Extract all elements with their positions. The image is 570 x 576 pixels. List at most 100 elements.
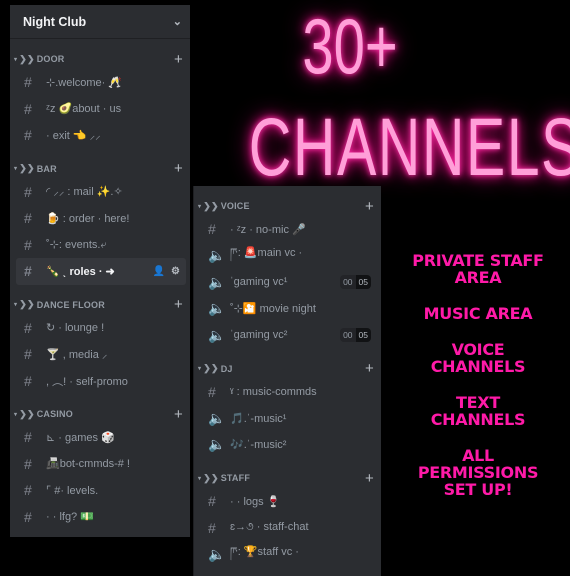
text-channel[interactable]: # 🍺 : order · here! [16,205,186,232]
feature-permissions: ALL PERMISSIONS SET UP! [417,446,539,499]
text-channel[interactable]: # 🍾 ˎ roles · ➜ 👤 ⚙ [16,258,186,285]
headline-channels: CHANNELS [248,102,570,193]
category-name: VOICE [220,201,250,211]
text-channel[interactable]: # · ᶻz · no-mic 🎤 [200,216,377,243]
user-limit: 05 [355,328,371,343]
category-casino[interactable]: ▾ ❯❯ CASINO + [10,404,190,424]
add-channel-icon[interactable]: + [365,198,374,215]
server-header[interactable]: Night Club ⌄ [10,5,190,39]
category-bar[interactable]: ▾ ❯❯ BAR + [10,159,190,179]
text-channel[interactable]: # ◜ ⸝⸝ : mail ✨.✧ [16,179,186,206]
channel-sidebar-left: Night Club ⌄ ▾ ❯❯ DOOR + # ⊹.welcome· 🥂 # ᶻz 🥑a… [10,5,190,537]
hash-icon: # [208,519,216,536]
category-voice[interactable]: ▾ ❯❯ VOICE + [194,196,381,216]
hash-icon: # [24,183,32,200]
channel-name: ཫ: 🏆staff vc · [230,545,299,558]
caret-down-icon: ▾ [14,411,18,418]
hash-icon: # [24,100,32,117]
add-channel-icon[interactable]: + [174,51,183,68]
channel-list-right: ▾ ❯❯ VOICE + # · ᶻz · no-mic 🎤 🔈 ཫ: 🚨main vc · 🔈… [194,196,381,568]
hash-icon: # [24,236,32,253]
category-name: DANCE FLOOR [36,299,105,310]
caret-down-icon: ▾ [14,166,18,172]
category-door[interactable]: ▾ ❯❯ DOOR + [10,49,190,69]
category-arrows-icon: ❯❯ [19,163,35,173]
text-channel[interactable]: # · · lfg? 💵 [16,504,186,531]
hash-icon: # [24,482,32,499]
speaker-icon: 🔈 [208,409,226,426]
voice-channel[interactable]: 🔈 ˈgaming vc¹ 00 05 [200,269,377,296]
hash-icon: # [208,221,216,238]
voice-channel[interactable]: 🔈 ཫ: 🚨main vc · [200,243,377,270]
hash-icon: # [208,493,216,510]
text-channel[interactable]: # 🍸 , media ⸝ [16,341,186,368]
speaker-icon: 🔈 [208,300,226,317]
hash-icon: # [24,429,32,446]
server-name: Night Club [23,14,87,29]
voice-channel[interactable]: 🔈 🎶.ˈ-music² [200,432,377,459]
category-dj[interactable]: ▾ ❯❯ DJ + [194,359,381,379]
channel-name: ˠ : music-commds [230,385,317,398]
category-dance-floor[interactable]: ▾ ❯❯ DANCE FLOOR + [10,295,190,315]
text-channel[interactable]: # ⊹.welcome· 🥂 [16,69,186,96]
feature-staff-area: PRIVATE STAFF AREA [412,251,544,287]
gear-icon[interactable]: ⚙ [171,266,180,277]
caret-down-icon: ▾ [198,203,202,210]
text-channel[interactable]: # ˚⊹: events.⤶ [16,232,186,259]
feature-music-area: MUSIC AREA [423,304,533,323]
channel-name: · exit 👈 ⸝⸝ [46,129,101,142]
channel-name: 🍺 : order · here! [46,212,130,225]
text-channel[interactable]: # ˠ : music-commds [200,379,377,406]
text-channel[interactable]: # ɛ→૭ · staff-chat [200,515,377,542]
add-channel-icon[interactable]: + [365,360,374,377]
user-count: 00 [340,328,356,343]
text-channel[interactable]: # ⌜ #· levels. [16,477,186,504]
voice-channel[interactable]: 🔈 🎵.ˈ-music¹ [200,405,377,432]
channel-name: · ᶻz · no-mic 🎤 [230,223,306,236]
headline-30-plus: 30+ [302,2,398,90]
text-channel[interactable]: # ⊾ · games 🎲 [16,424,186,451]
user-count: 00 [340,275,356,290]
caret-down-icon: ▾ [14,302,18,308]
add-channel-icon[interactable]: + [174,160,183,177]
category-label-group: ▾ ❯❯ DANCE FLOOR [14,299,105,310]
speaker-icon: 🔈 [208,545,226,562]
channel-name: 🎵.ˈ-music¹ [230,412,287,425]
hash-icon: # [24,319,32,336]
category-name: CASINO [36,409,73,419]
category-label-group: ▾ ❯❯ DJ [198,363,233,374]
category-arrows-icon: ❯❯ [203,472,219,483]
channel-name: ᶻz 🥑about · us [46,103,122,116]
chevron-down-icon[interactable]: ⌄ [173,15,182,28]
text-channel[interactable]: # · exit 👈 ⸝⸝ [16,122,186,149]
category-name: DOOR [36,54,65,64]
hash-icon: # [24,210,32,227]
category-staff[interactable]: ▾ ❯❯ STAFF + [194,468,381,488]
text-channel[interactable]: # ↻ · lounge ! [16,315,186,342]
channel-name: ˈgaming vc¹ [230,276,288,289]
channel-name: ཫ: 🚨main vc · [230,247,303,260]
user-limit-badge: 00 05 [340,328,371,343]
voice-channel[interactable]: 🔈 ˈgaming vc² 00 05 [200,322,377,349]
channel-name: ˚⊹🎦 movie night [230,303,316,316]
category-arrows-icon: ❯❯ [203,363,219,373]
text-channel[interactable]: # , ︵! · self-promo [16,368,186,395]
add-channel-icon[interactable]: + [365,470,374,487]
speaker-icon: 🔈 [208,247,226,264]
add-channel-icon[interactable]: + [174,296,183,313]
category-arrows-icon: ❯❯ [19,299,35,309]
speaker-icon: 🔈 [208,273,226,290]
text-channel[interactable]: # · · logs 🍷 [200,488,377,515]
voice-channel[interactable]: 🔈 ཫ: 🏆staff vc · [200,541,377,568]
category-label-group: ▾ ❯❯ CASINO [14,409,73,420]
text-channel[interactable]: # ᶻz 🥑about · us [16,96,186,123]
voice-channel[interactable]: 🔈 ˚⊹🎦 movie night [200,296,377,323]
text-channel[interactable]: # 📠bot-cmmds-# ! [16,451,186,478]
hash-icon: # [208,383,216,400]
feature-text-channels: TEXT CHANNELS [430,393,526,429]
channel-name: , ︵! · self-promo [46,375,128,388]
channel-name: ⊹.welcome· 🥂 [46,76,123,89]
invite-icon[interactable]: 👤 [153,266,165,277]
channel-name: · · lfg? 💵 [46,511,94,524]
add-channel-icon[interactable]: + [174,406,183,423]
